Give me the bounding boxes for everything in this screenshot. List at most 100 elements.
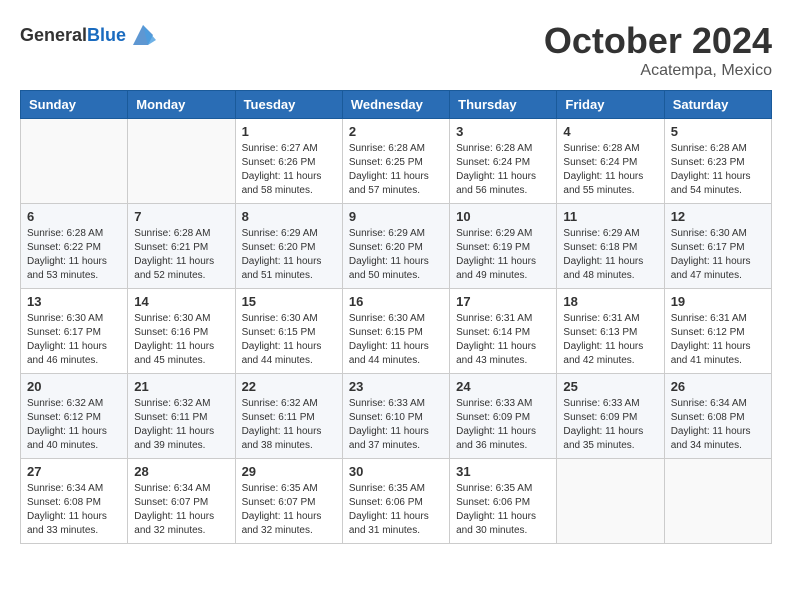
day-number: 25 [563, 379, 657, 394]
day-number: 13 [27, 294, 121, 309]
day-info: Sunrise: 6:30 AM Sunset: 6:15 PM Dayligh… [242, 312, 336, 368]
day-info: Sunrise: 6:35 AM Sunset: 6:07 PM Dayligh… [242, 482, 336, 538]
calendar-cell: 12Sunrise: 6:30 AM Sunset: 6:17 PM Dayli… [664, 204, 771, 289]
calendar-cell: 29 Sunrise: 6:35 AM Sunset: 6:07 PM Dayli… [235, 459, 342, 544]
calendar-cell: 18 Sunrise: 6:31 AM Sunset: 6:13 PM Dayli… [557, 289, 664, 374]
calendar-cell: 17 Sunrise: 6:31 AM Sunset: 6:14 PM Dayli… [450, 289, 557, 374]
calendar-cell: 10Sunrise: 6:29 AM Sunset: 6:19 PM Dayli… [450, 204, 557, 289]
day-number: 23 [349, 379, 443, 394]
calendar-cell: 23 Sunrise: 6:33 AM Sunset: 6:10 PM Dayli… [342, 374, 449, 459]
calendar-cell: 21 Sunrise: 6:32 AM Sunset: 6:11 PM Dayli… [128, 374, 235, 459]
calendar-cell: 9 Sunrise: 6:29 AM Sunset: 6:20 PM Daylig… [342, 204, 449, 289]
day-number: 2 [349, 124, 443, 139]
calendar-table: SundayMondayTuesdayWednesdayThursdayFrid… [20, 90, 772, 544]
month-title: October 2024 [544, 20, 772, 62]
calendar-cell [557, 459, 664, 544]
calendar-cell: 1 Sunrise: 6:27 AM Sunset: 6:26 PM Daylig… [235, 119, 342, 204]
calendar-week-row: 27 Sunrise: 6:34 AM Sunset: 6:08 PM Dayli… [21, 459, 772, 544]
logo-icon [128, 20, 158, 50]
calendar-cell: 25 Sunrise: 6:33 AM Sunset: 6:09 PM Dayli… [557, 374, 664, 459]
location-subtitle: Acatempa, Mexico [544, 62, 772, 80]
calendar-cell: 4 Sunrise: 6:28 AM Sunset: 6:24 PM Daylig… [557, 119, 664, 204]
day-info: Sunrise: 6:28 AM Sunset: 6:21 PM Dayligh… [134, 227, 228, 283]
weekday-header: Tuesday [235, 91, 342, 119]
calendar-week-row: 1 Sunrise: 6:27 AM Sunset: 6:26 PM Daylig… [21, 119, 772, 204]
day-number: 18 [563, 294, 657, 309]
day-number: 12 [671, 209, 765, 224]
day-info: Sunrise: 6:32 AM Sunset: 6:11 PM Dayligh… [134, 397, 228, 453]
day-number: 30 [349, 464, 443, 479]
calendar-cell: 5 Sunrise: 6:28 AM Sunset: 6:23 PM Daylig… [664, 119, 771, 204]
day-number: 28 [134, 464, 228, 479]
calendar-cell: 31Sunrise: 6:35 AM Sunset: 6:06 PM Dayli… [450, 459, 557, 544]
day-number: 7 [134, 209, 228, 224]
calendar-cell: 3 Sunrise: 6:28 AM Sunset: 6:24 PM Daylig… [450, 119, 557, 204]
calendar-week-row: 20 Sunrise: 6:32 AM Sunset: 6:12 PM Dayli… [21, 374, 772, 459]
day-number: 27 [27, 464, 121, 479]
calendar-cell: 20 Sunrise: 6:32 AM Sunset: 6:12 PM Dayli… [21, 374, 128, 459]
day-info: Sunrise: 6:32 AM Sunset: 6:12 PM Dayligh… [27, 397, 121, 453]
day-info: Sunrise: 6:28 AM Sunset: 6:24 PM Dayligh… [563, 142, 657, 198]
weekday-header: Sunday [21, 91, 128, 119]
day-info: Sunrise: 6:29 AM Sunset: 6:18 PM Dayligh… [563, 227, 657, 283]
day-info: Sunrise: 6:34 AM Sunset: 6:08 PM Dayligh… [27, 482, 121, 538]
day-number: 31 [456, 464, 550, 479]
day-number: 19 [671, 294, 765, 309]
day-info: Sunrise: 6:28 AM Sunset: 6:22 PM Dayligh… [27, 227, 121, 283]
day-number: 22 [242, 379, 336, 394]
calendar-cell: 13 Sunrise: 6:30 AM Sunset: 6:17 PM Dayli… [21, 289, 128, 374]
calendar-week-row: 6Sunrise: 6:28 AM Sunset: 6:22 PM Daylig… [21, 204, 772, 289]
day-info: Sunrise: 6:35 AM Sunset: 6:06 PM Dayligh… [349, 482, 443, 538]
day-info: Sunrise: 6:27 AM Sunset: 6:26 PM Dayligh… [242, 142, 336, 198]
calendar-cell: 7 Sunrise: 6:28 AM Sunset: 6:21 PM Daylig… [128, 204, 235, 289]
calendar-week-row: 13 Sunrise: 6:30 AM Sunset: 6:17 PM Dayli… [21, 289, 772, 374]
calendar-cell: 27 Sunrise: 6:34 AM Sunset: 6:08 PM Dayli… [21, 459, 128, 544]
day-number: 20 [27, 379, 121, 394]
calendar-cell: 28 Sunrise: 6:34 AM Sunset: 6:07 PM Dayli… [128, 459, 235, 544]
calendar-cell: 14Sunrise: 6:30 AM Sunset: 6:16 PM Dayli… [128, 289, 235, 374]
day-info: Sunrise: 6:33 AM Sunset: 6:10 PM Dayligh… [349, 397, 443, 453]
weekday-header: Monday [128, 91, 235, 119]
day-info: Sunrise: 6:28 AM Sunset: 6:24 PM Dayligh… [456, 142, 550, 198]
calendar-cell: 6Sunrise: 6:28 AM Sunset: 6:22 PM Daylig… [21, 204, 128, 289]
day-info: Sunrise: 6:34 AM Sunset: 6:08 PM Dayligh… [671, 397, 765, 453]
calendar-cell: 8 Sunrise: 6:29 AM Sunset: 6:20 PM Daylig… [235, 204, 342, 289]
calendar-cell [21, 119, 128, 204]
day-info: Sunrise: 6:34 AM Sunset: 6:07 PM Dayligh… [134, 482, 228, 538]
calendar-cell: 24Sunrise: 6:33 AM Sunset: 6:09 PM Dayli… [450, 374, 557, 459]
weekday-header: Wednesday [342, 91, 449, 119]
day-number: 29 [242, 464, 336, 479]
day-number: 5 [671, 124, 765, 139]
logo: GeneralBlue [20, 20, 158, 50]
day-info: Sunrise: 6:31 AM Sunset: 6:14 PM Dayligh… [456, 312, 550, 368]
day-number: 3 [456, 124, 550, 139]
weekday-header-row: SundayMondayTuesdayWednesdayThursdayFrid… [21, 91, 772, 119]
day-number: 21 [134, 379, 228, 394]
weekday-header: Thursday [450, 91, 557, 119]
day-number: 17 [456, 294, 550, 309]
calendar-cell: 15Sunrise: 6:30 AM Sunset: 6:15 PM Dayli… [235, 289, 342, 374]
day-info: Sunrise: 6:29 AM Sunset: 6:20 PM Dayligh… [349, 227, 443, 283]
day-info: Sunrise: 6:30 AM Sunset: 6:16 PM Dayligh… [134, 312, 228, 368]
weekday-header: Friday [557, 91, 664, 119]
day-number: 8 [242, 209, 336, 224]
calendar-cell: 19Sunrise: 6:31 AM Sunset: 6:12 PM Dayli… [664, 289, 771, 374]
page-header: GeneralBlue October 2024 Acatempa, Mexic… [20, 20, 772, 80]
day-info: Sunrise: 6:28 AM Sunset: 6:25 PM Dayligh… [349, 142, 443, 198]
calendar-cell: 22 Sunrise: 6:32 AM Sunset: 6:11 PM Dayli… [235, 374, 342, 459]
day-info: Sunrise: 6:33 AM Sunset: 6:09 PM Dayligh… [563, 397, 657, 453]
day-number: 4 [563, 124, 657, 139]
calendar-cell: 2 Sunrise: 6:28 AM Sunset: 6:25 PM Daylig… [342, 119, 449, 204]
calendar-cell [664, 459, 771, 544]
day-info: Sunrise: 6:30 AM Sunset: 6:15 PM Dayligh… [349, 312, 443, 368]
day-info: Sunrise: 6:31 AM Sunset: 6:13 PM Dayligh… [563, 312, 657, 368]
day-info: Sunrise: 6:32 AM Sunset: 6:11 PM Dayligh… [242, 397, 336, 453]
day-number: 9 [349, 209, 443, 224]
day-info: Sunrise: 6:29 AM Sunset: 6:20 PM Dayligh… [242, 227, 336, 283]
calendar-cell [128, 119, 235, 204]
day-info: Sunrise: 6:29 AM Sunset: 6:19 PM Dayligh… [456, 227, 550, 283]
day-info: Sunrise: 6:30 AM Sunset: 6:17 PM Dayligh… [27, 312, 121, 368]
logo-blue: Blue [87, 25, 126, 45]
day-info: Sunrise: 6:28 AM Sunset: 6:23 PM Dayligh… [671, 142, 765, 198]
day-number: 1 [242, 124, 336, 139]
